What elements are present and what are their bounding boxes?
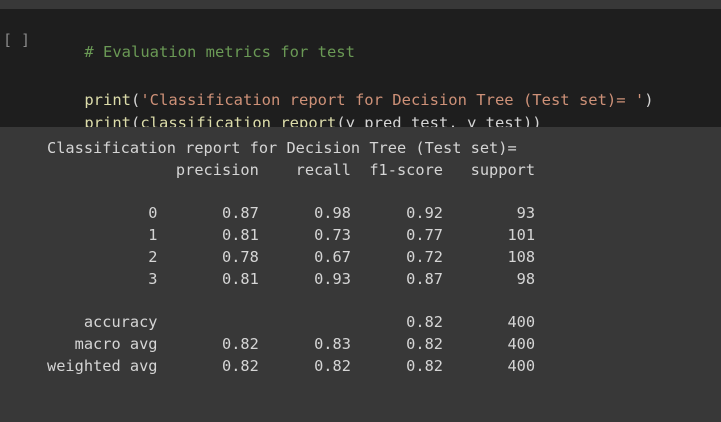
code-cell[interactable]: [ ] # Evaluation metrics for test print(… [0,9,721,132]
paren-close: ) [644,91,654,109]
top-strip [0,0,721,9]
cell-output: Classification report for Decision Tree … [0,127,721,422]
code-comment: # Evaluation metrics for test [84,43,355,61]
classification-report-output: Classification report for Decision Tree … [47,139,536,375]
run-cell-button[interactable]: [ ] [3,31,30,49]
